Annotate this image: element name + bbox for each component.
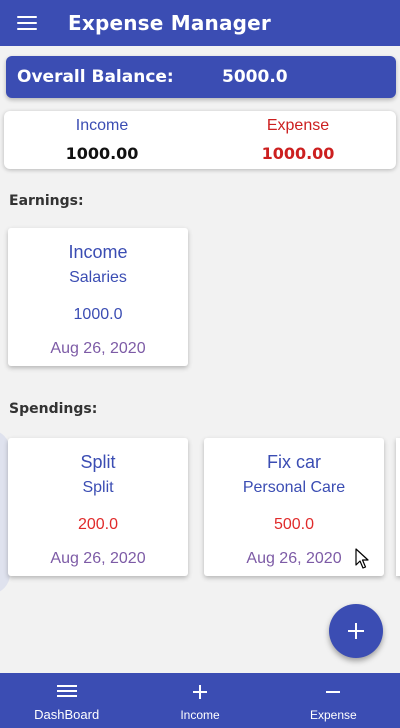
spending-date: Aug 26, 2020 <box>50 550 146 567</box>
income-expense-summary-card: Income 1000.00 Expense 1000.00 <box>4 111 396 169</box>
expense-summary-value: 1000.00 <box>261 144 335 163</box>
plus-icon <box>348 623 364 639</box>
nav-label-income: Income <box>180 708 220 722</box>
nav-item-income[interactable]: Income <box>133 673 266 728</box>
nav-item-expense[interactable]: Expense <box>267 673 400 728</box>
spending-card-peek[interactable] <box>396 438 400 576</box>
earning-date: Aug 26, 2020 <box>50 340 146 357</box>
income-summary-value: 1000.00 <box>65 144 139 163</box>
spending-category: Split <box>82 479 114 496</box>
nav-label-dashboard: DashBoard <box>34 707 100 722</box>
spending-amount: 200.0 <box>77 516 119 533</box>
nav-item-dashboard[interactable]: DashBoard <box>0 673 133 728</box>
menu-button[interactable] <box>0 0 54 46</box>
plus-icon <box>192 685 207 699</box>
spending-title: Split <box>80 452 116 472</box>
app-bar: Expense Manager <box>0 0 400 46</box>
spendings-section-title: Spendings: <box>9 401 98 417</box>
hamburger-menu-icon <box>17 16 37 30</box>
income-summary-label: Income <box>75 117 129 134</box>
earning-category: Salaries <box>69 269 127 286</box>
expense-summary: Expense 1000.00 <box>200 111 396 169</box>
spending-amount: 500.0 <box>273 516 315 533</box>
menu-icon <box>56 684 77 698</box>
spending-title: Fix car <box>267 452 321 472</box>
earnings-section-title: Earnings: <box>9 193 84 209</box>
minus-icon <box>326 691 341 693</box>
nav-label-expense: Expense <box>309 708 357 722</box>
earning-title: Income <box>68 242 128 262</box>
expense-summary-label: Expense <box>266 117 330 134</box>
overall-balance-value: 5000.0 <box>222 67 288 87</box>
overall-balance-card: Overall Balance: 5000.0 <box>6 56 396 98</box>
bottom-navigation: DashBoard Income Expense <box>0 673 400 728</box>
overall-balance-label: Overall Balance: <box>17 67 174 87</box>
add-fab-button[interactable] <box>329 604 383 658</box>
earning-card[interactable]: Income Salaries 1000.0 Aug 26, 2020 <box>8 228 188 366</box>
earning-amount: 1000.0 <box>73 306 123 323</box>
spending-category: Personal Care <box>242 479 346 496</box>
mouse-cursor-icon <box>355 548 369 569</box>
spending-card[interactable]: Split Split 200.0 Aug 26, 2020 <box>8 438 188 576</box>
income-summary: Income 1000.00 <box>4 111 200 169</box>
app-title: Expense Manager <box>68 11 271 35</box>
